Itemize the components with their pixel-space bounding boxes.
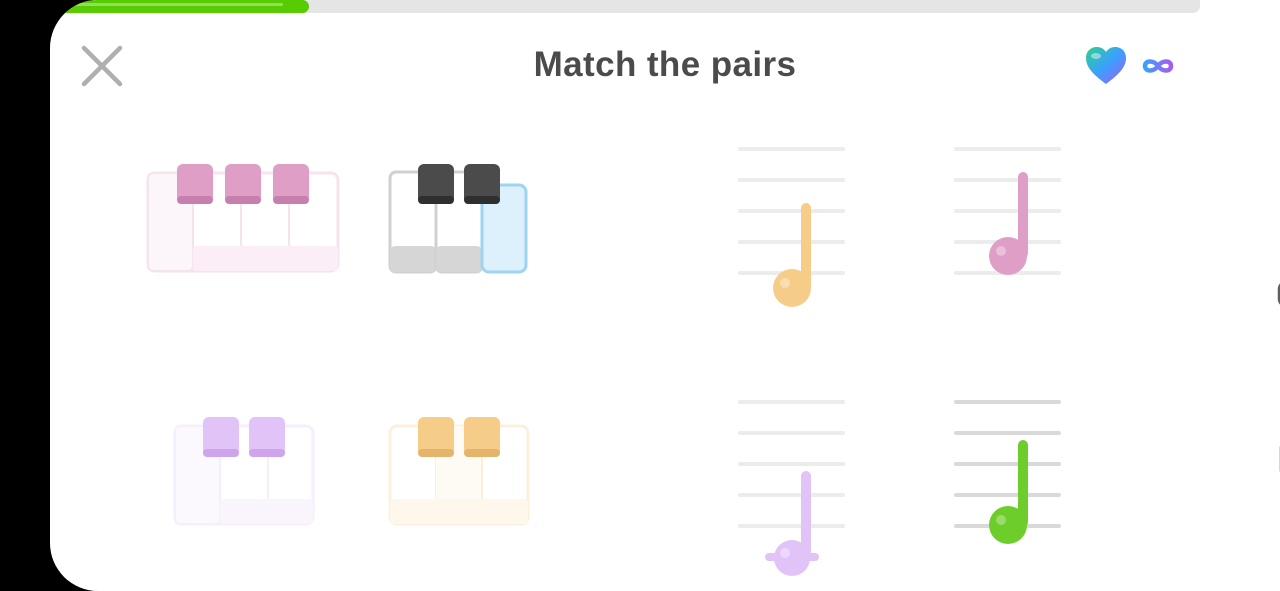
pink-keys-card[interactable] [145,160,341,276]
progress-fill [58,0,310,13]
pink-note-card[interactable] [953,140,1063,312]
home-icon[interactable] [1276,279,1280,309]
purple-keys-card[interactable] [172,413,316,529]
heart-icon [1086,47,1126,84]
infinity-icon [1142,59,1174,73]
orange-note-card[interactable] [737,140,847,312]
progress-shine [72,3,284,6]
lesson-screen: Match the pairs [50,0,1280,591]
orange-keys-card[interactable] [387,413,532,529]
green-note-card[interactable] [953,393,1063,565]
dark-keys-card[interactable] [387,160,532,276]
recent-apps-icon[interactable] [1276,444,1280,474]
purple-note-card[interactable] [737,393,847,579]
progress-bar [58,0,1200,13]
